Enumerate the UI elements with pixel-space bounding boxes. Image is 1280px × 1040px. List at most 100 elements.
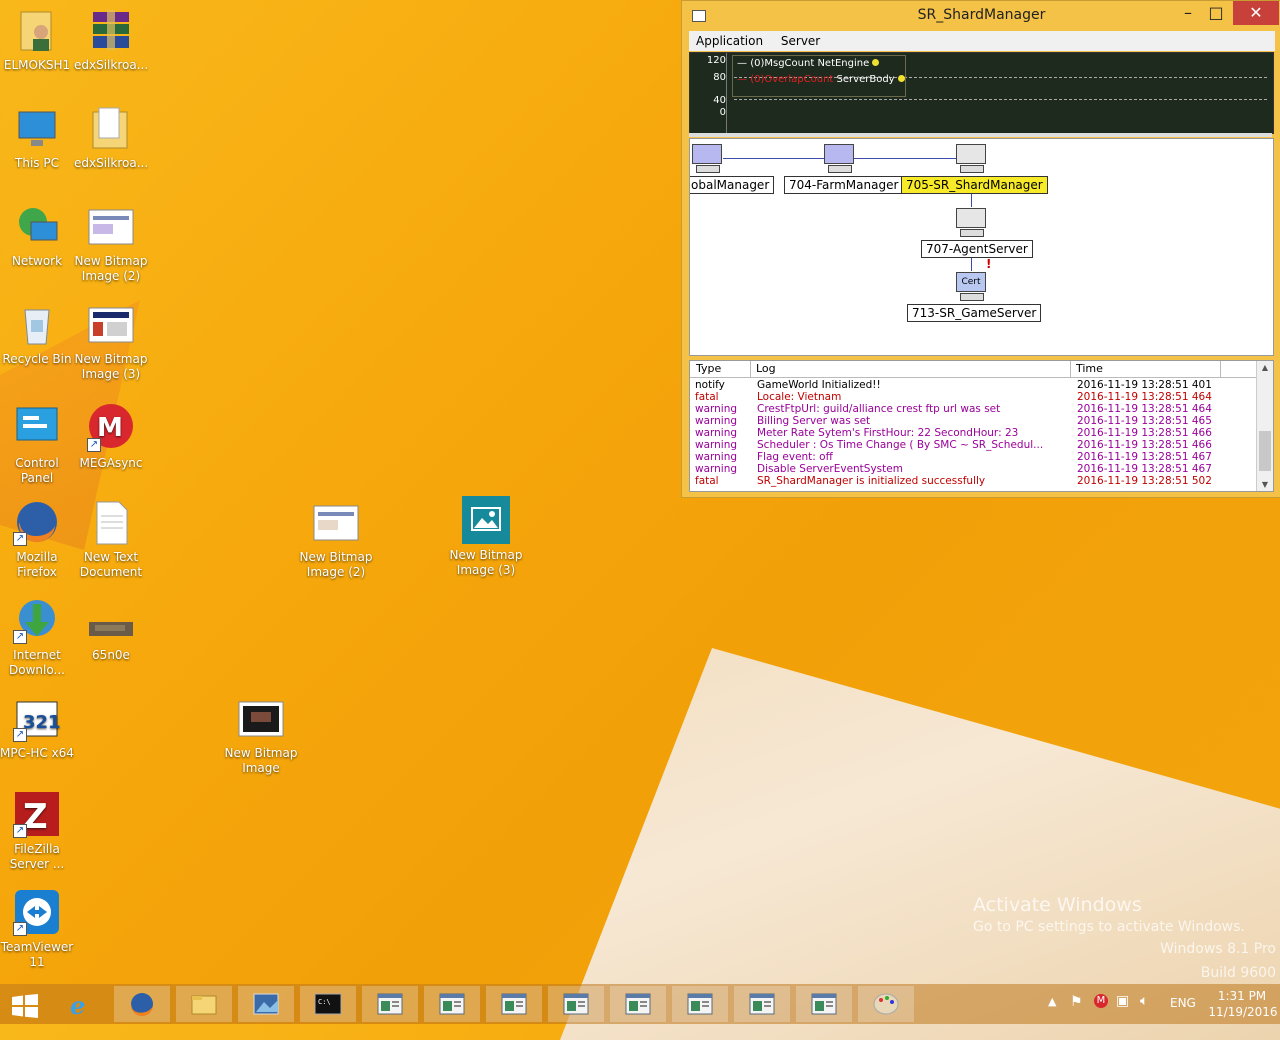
server-computer-icon[interactable]: Cert <box>956 272 986 301</box>
log-type: fatal <box>695 475 719 487</box>
application-window-icon <box>377 993 403 1015</box>
scroll-thumb[interactable] <box>1259 431 1271 471</box>
log-row[interactable]: warning Flag event: off 2016-11-19 13:28:5… <box>690 451 1257 463</box>
desktop-icon-filezilla[interactable]: Z ↗ FileZilla Server ... <box>0 790 74 872</box>
windows-edition: Windows 8.1 Pro <box>1160 941 1276 957</box>
taskbar-window-button[interactable] <box>362 986 418 1022</box>
desktop-icon-label: Network <box>11 254 63 268</box>
menu-application[interactable]: Application <box>689 31 770 51</box>
node-label: 713-SR_GameServer <box>907 304 1042 322</box>
log-row[interactable]: warning Meter Rate Sytem's FirstHour: 22 … <box>690 427 1257 439</box>
computer-icon <box>13 104 61 152</box>
desktop-icon-bitmap-3[interactable]: New Bitmap Image (3) <box>74 300 148 382</box>
desktop-icon-bitmap-3b[interactable]: New Bitmap Image (3) <box>449 496 523 578</box>
taskbar-window-button[interactable] <box>734 986 790 1022</box>
server-computer-icon[interactable] <box>956 208 986 237</box>
shortcut-arrow-icon: ↗ <box>87 438 101 452</box>
clock-date[interactable]: 11/19/2016 <box>1206 1005 1280 1019</box>
log-scrollbar[interactable]: ▲ ▼ <box>1256 361 1273 491</box>
log-time: 2016-11-19 13:28:51 465 <box>1077 415 1212 427</box>
desktop-icon-mpc-hc[interactable]: 321 ↗ MPC-HC x64 <box>0 694 74 761</box>
log-row[interactable]: warning Scheduler : Os Time Change ( By S… <box>690 439 1257 451</box>
col-log-header[interactable]: Log <box>756 362 776 375</box>
y-tick: 40 <box>713 95 726 106</box>
clock-time[interactable]: 1:31 PM <box>1208 989 1276 1003</box>
maximize-button[interactable]: □ <box>1199 1 1233 25</box>
performance-graph: 120 80 40 0 — (0)MsgCount NetEngine — (0… <box>689 52 1274 134</box>
close-button[interactable]: ✕ <box>1233 1 1279 25</box>
application-window-icon <box>749 993 775 1015</box>
column-divider[interactable] <box>1070 361 1071 377</box>
log-row[interactable]: fatal SR_ShardManager is initialized succ… <box>690 475 1257 487</box>
taskbar-window-button[interactable] <box>796 986 852 1022</box>
column-divider[interactable] <box>750 361 751 377</box>
taskbar-photos[interactable] <box>238 986 294 1022</box>
taskbar-internet-explorer[interactable]: e <box>52 986 108 1022</box>
taskbar-window-button[interactable] <box>548 986 604 1022</box>
desktop-icon-folder[interactable]: edxSilkroa... <box>74 104 148 171</box>
server-computer-icon[interactable] <box>692 144 722 173</box>
taskbar-command-prompt[interactable]: C:\ <box>300 986 356 1022</box>
title-bar[interactable]: SR_ShardManager – □ ✕ <box>682 1 1280 31</box>
desktop-icon-control-panel[interactable]: Control Panel <box>0 404 74 486</box>
log-time: 2016-11-19 13:28:51 466 <box>1077 427 1212 439</box>
desktop-icon-user-folder[interactable]: ELMOKSH1 <box>0 6 74 73</box>
desktop-icon-this-pc[interactable]: This PC <box>0 104 74 171</box>
desktop-icon-label: Mozilla Firefox <box>16 550 58 579</box>
desktop-icon-bitmap[interactable]: New Bitmap Image <box>224 694 298 776</box>
scroll-up-icon[interactable]: ▲ <box>1257 363 1273 372</box>
taskbar-window-button[interactable] <box>424 986 480 1022</box>
volume-icon[interactable]: 🔈︎ <box>1140 993 1148 1009</box>
paint-palette-icon <box>873 993 899 1015</box>
log-message: Disable ServerEventSystem <box>757 463 903 475</box>
desktop-icon-label: New Bitmap Image (3) <box>74 352 148 381</box>
desktop-icon-teamviewer[interactable]: ↗ TeamViewer 11 <box>0 888 74 970</box>
log-row[interactable]: fatal Locale: Vietnam 2016-11-19 13:28:51 … <box>690 391 1257 403</box>
desktop-icon-bitmap-2b[interactable]: New Bitmap Image (2) <box>299 498 373 580</box>
col-time-header[interactable]: Time <box>1076 362 1103 375</box>
taskbar-window-button[interactable] <box>672 986 728 1022</box>
log-time: 2016-11-19 13:28:51 464 <box>1077 391 1212 403</box>
network-tray-icon[interactable]: ▣ <box>1116 993 1129 1009</box>
log-row[interactable]: warning Disable ServerEventSystem 2016-11-… <box>690 463 1257 475</box>
taskbar-window-button[interactable] <box>486 986 542 1022</box>
log-row[interactable]: warning Billing Server was set 2016-11-19 … <box>690 415 1257 427</box>
desktop-icon-network[interactable]: Network <box>0 202 74 269</box>
legend-name: NetEngine <box>817 58 870 69</box>
taskbar-firefox[interactable] <box>114 986 170 1022</box>
taskbar-paint[interactable] <box>858 986 914 1022</box>
y-tick: 120 <box>706 55 726 66</box>
server-computer-icon[interactable] <box>956 144 986 173</box>
folder-icon <box>87 104 135 152</box>
scroll-down-icon[interactable]: ▼ <box>1257 480 1273 489</box>
desktop-icon-firefox[interactable]: ↗ Mozilla Firefox <box>0 498 74 580</box>
windows-logo-icon <box>12 994 38 1018</box>
desktop-icon-winrar-archive[interactable]: edxSilkroa... <box>74 6 148 73</box>
splitter[interactable] <box>689 133 1272 137</box>
col-type-header[interactable]: Type <box>696 362 721 375</box>
action-center-flag-icon[interactable]: ⚑ <box>1070 994 1083 1010</box>
log-row[interactable]: notify GameWorld Initialized!! 2016-11-19 … <box>690 379 1257 391</box>
taskbar-window-button[interactable] <box>610 986 666 1022</box>
log-message: Meter Rate Sytem's FirstHour: 22 SecondH… <box>757 427 1019 439</box>
desktop-icon-label: Recycle Bin <box>2 352 72 366</box>
desktop-icon-label: Control Panel <box>15 456 59 485</box>
menu-bar: Application Server <box>689 31 1275 51</box>
language-indicator[interactable]: ENG <box>1170 996 1196 1010</box>
server-computer-icon[interactable] <box>824 144 854 173</box>
log-type: warning <box>695 403 738 415</box>
desktop-icon-internet-download[interactable]: ↗ Internet Downlo... <box>0 596 74 678</box>
log-row[interactable]: warning CrestFtpUrl: guild/alliance crest… <box>690 403 1257 415</box>
menu-server[interactable]: Server <box>774 31 827 51</box>
desktop-icon-65n0e[interactable]: 65n0e <box>74 610 148 663</box>
megasync-tray-icon[interactable]: M <box>1094 994 1108 1008</box>
column-divider[interactable] <box>1220 361 1221 377</box>
show-hidden-icons[interactable]: ▲ <box>1048 995 1056 1008</box>
legend-prefix: (0)MsgCount <box>750 58 815 69</box>
desktop-icon-recycle-bin[interactable]: Recycle Bin <box>0 300 74 367</box>
desktop-icon-text-document[interactable]: New Text Document <box>74 498 148 580</box>
taskbar-file-explorer[interactable] <box>176 986 232 1022</box>
start-button[interactable] <box>0 986 50 1022</box>
desktop-icon-bitmap-2[interactable]: New Bitmap Image (2) <box>74 202 148 284</box>
desktop-icon-megasync[interactable]: M ↗ MEGAsync <box>74 404 148 471</box>
